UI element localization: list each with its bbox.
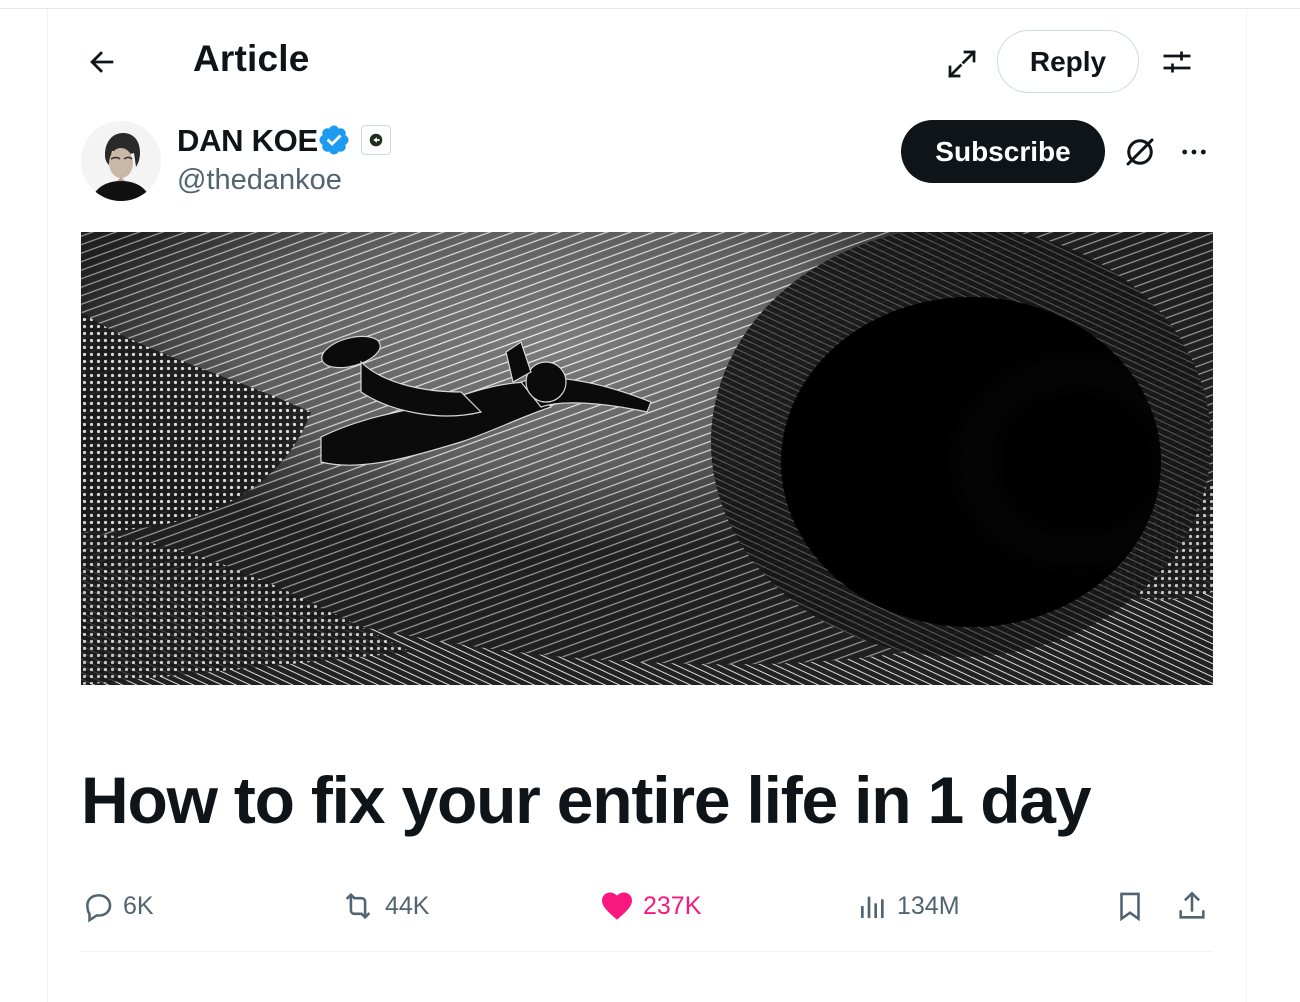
- divider: [81, 951, 1213, 952]
- grok-icon: [1126, 138, 1154, 166]
- page-title: Article: [193, 38, 310, 79]
- reply-icon: [86, 894, 112, 923]
- share-icon: [1179, 891, 1205, 919]
- views-action[interactable]: 134M: [857, 884, 960, 928]
- grok-button[interactable]: [1118, 130, 1162, 174]
- reply-count: 6K: [123, 891, 154, 920]
- subscribe-button[interactable]: Subscribe: [901, 120, 1105, 183]
- repost-action[interactable]: 44K: [339, 884, 429, 928]
- heart-icon: [602, 892, 632, 920]
- avatar-photo: [81, 121, 161, 201]
- settings-button[interactable]: [1155, 40, 1199, 84]
- views-count: 134M: [897, 891, 960, 920]
- back-arrow-icon: [90, 51, 114, 73]
- like-action[interactable]: 237K: [599, 884, 701, 928]
- article-header: Article Reply: [0, 0, 1300, 110]
- article-cover-image[interactable]: [81, 232, 1213, 685]
- author-handle[interactable]: @thedankoe: [177, 164, 342, 197]
- cover-illustration: [81, 232, 1213, 685]
- back-button[interactable]: [80, 40, 124, 84]
- verified-icon[interactable]: [317, 123, 351, 157]
- expand-button[interactable]: [940, 42, 984, 86]
- bookmark-button[interactable]: [1113, 884, 1147, 928]
- settings-icon: [1163, 51, 1191, 73]
- engagement-bar: 6K 44K 237K 134M: [81, 884, 1213, 928]
- views-icon: [861, 896, 884, 918]
- more-options-button[interactable]: [1172, 130, 1216, 174]
- bookmark-icon: [1120, 892, 1140, 922]
- reply-action[interactable]: 6K: [81, 884, 154, 928]
- reply-button[interactable]: Reply: [997, 30, 1139, 93]
- more-icon: [1182, 149, 1206, 155]
- expand-icon: [948, 50, 976, 78]
- share-button[interactable]: [1175, 884, 1209, 928]
- avatar[interactable]: [81, 121, 161, 201]
- author-name[interactable]: DAN KOE: [177, 123, 318, 159]
- article-title: How to fix your entire life in 1 day: [81, 763, 1092, 837]
- affiliate-badge[interactable]: [361, 125, 391, 155]
- affiliate-badge-icon: [369, 133, 383, 147]
- like-count: 237K: [643, 891, 702, 920]
- repost-count: 44K: [385, 891, 430, 920]
- repost-icon: [345, 892, 371, 920]
